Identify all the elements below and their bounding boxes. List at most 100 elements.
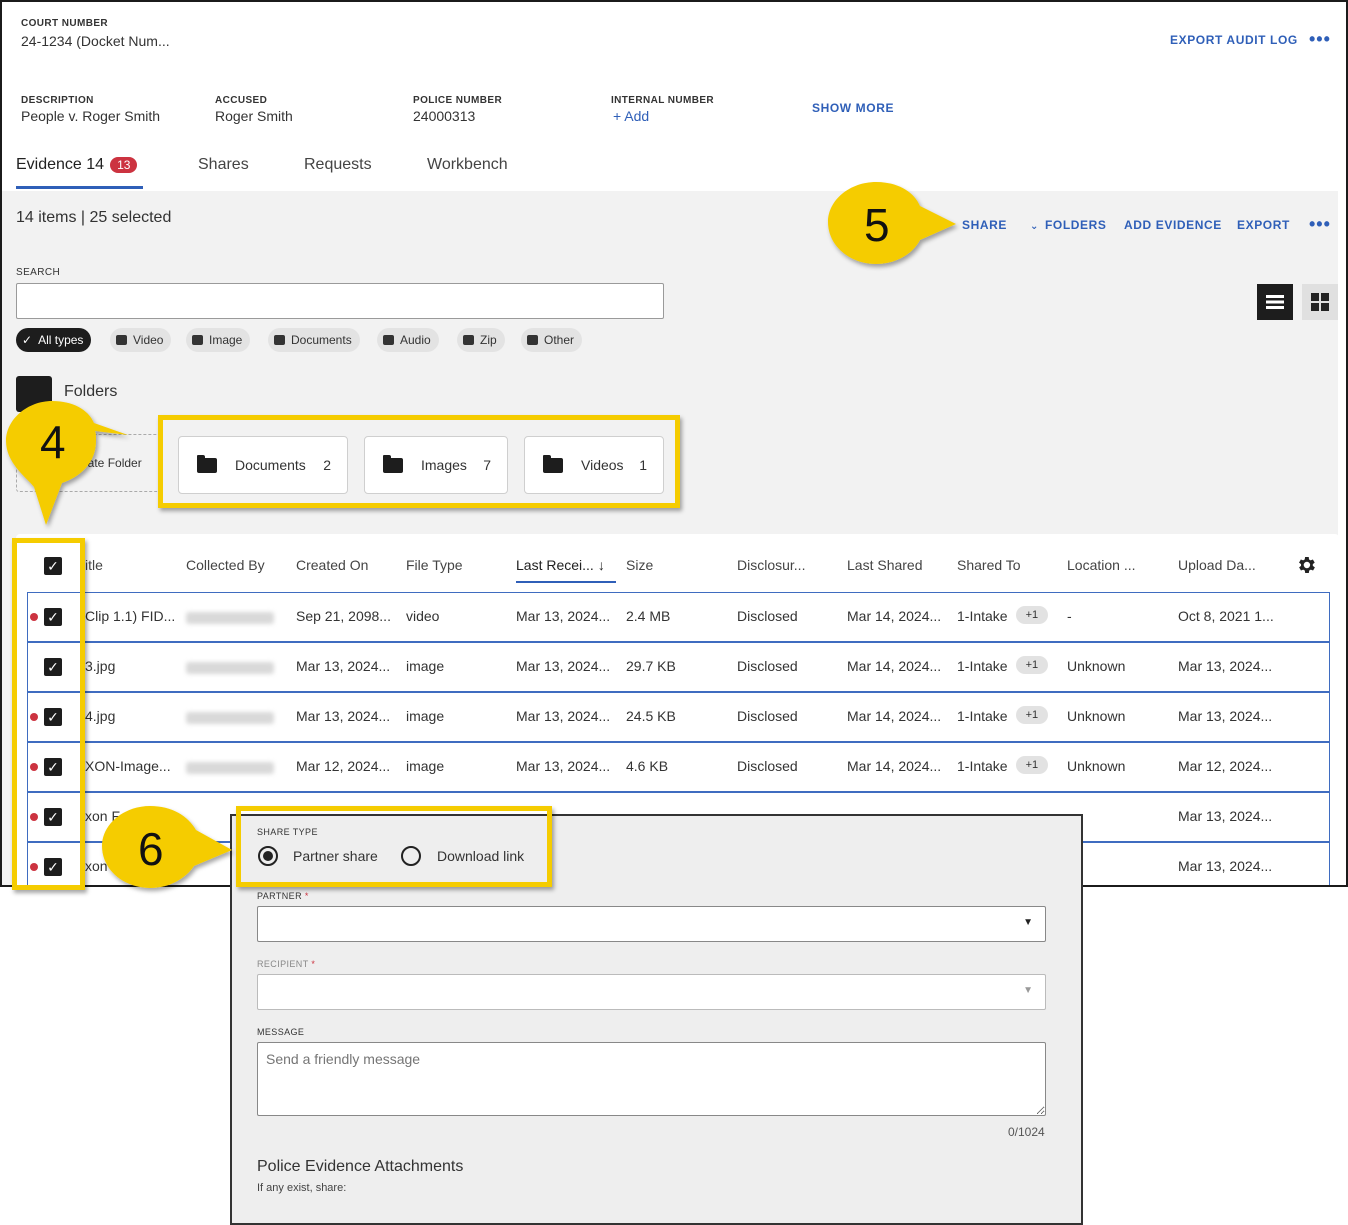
column-last-received[interactable]: Last Recei... ↓ [516,557,605,573]
folders-button-label: FOLDERS [1044,218,1107,232]
column-created-on[interactable]: Created On [296,557,368,573]
cell-upload: Mar 13, 2024... [1178,708,1273,724]
column-title[interactable]: itle [85,557,103,573]
shared-to-value: 1-Intake [957,608,1008,624]
video-icon [116,335,127,345]
arrow-down-icon: ↓ [597,557,605,573]
tab-requests[interactable]: Requests [304,156,372,174]
cell-created: Mar 13, 2024... [296,708,391,724]
dropdown-arrow-icon: ▼ [1023,985,1033,996]
attachments-title: Police Evidence Attachments [257,1158,464,1175]
cell-size: 4.6 KB [626,758,669,774]
filter-audio[interactable]: Audio [377,328,439,352]
cell-title[interactable]: 4.jpg [85,708,115,724]
column-collected-by[interactable]: Collected By [186,557,265,573]
tab-evidence[interactable]: Evidence 14 13 [16,156,138,174]
other-icon [527,335,538,345]
cell-upload: Mar 13, 2024... [1178,658,1273,674]
export-audit-log-link[interactable]: EXPORT AUDIT LOG [1170,33,1298,47]
filter-label: Image [209,333,243,347]
cell-upload: Oct 8, 2021 1... [1178,608,1274,624]
callout-4-bubble [6,401,128,525]
folders-highlight [158,415,680,508]
message-textarea[interactable] [257,1042,1046,1116]
grid-view-button[interactable] [1302,284,1338,320]
callout-5-bubble [828,182,956,264]
column-location[interactable]: Location ... [1067,557,1136,573]
column-last-shared[interactable]: Last Shared [847,557,923,573]
image-icon [192,335,203,345]
filter-documents[interactable]: Documents [268,328,360,352]
court-number-label: COURT NUMBER [21,18,109,29]
export-button[interactable]: EXPORT [1237,218,1290,232]
cell-type: image [406,658,445,674]
cell-received: Mar 13, 2024... [516,608,611,624]
chevron-down-icon: ⌄ [1030,221,1039,232]
recipient-label-text: RECIPIENT [257,959,309,969]
cell-last-shared: Mar 14, 2024... [847,758,942,774]
redacted-collector [186,662,274,674]
cell-title[interactable]: 3.jpg [85,658,115,674]
partner-select[interactable]: ▼ [257,906,1046,942]
filter-other[interactable]: Other [521,328,583,352]
recipient-select[interactable]: ▼ [257,974,1046,1010]
cell-last-shared: Mar 14, 2024... [847,658,942,674]
more-recipients-pill[interactable]: +1 [1015,706,1049,724]
cell-upload: Mar 12, 2024... [1178,758,1273,774]
sorted-column-indicator [516,581,616,583]
cell-received: Mar 13, 2024... [516,658,611,674]
column-shared-to[interactable]: Shared To [957,557,1021,573]
filter-label: Video [133,333,164,347]
filter-image[interactable]: Image [186,328,251,352]
share-type-highlight [236,806,552,887]
filter-zip[interactable]: Zip [457,328,505,352]
shared-to-value: 1-Intake [957,708,1008,724]
share-button[interactable]: SHARE [962,218,1007,232]
checkbox-column-highlight [12,538,85,890]
cell-created: Mar 13, 2024... [296,658,391,674]
redacted-collector [186,712,274,724]
cell-type: image [406,758,445,774]
more-recipients-pill[interactable]: +1 [1015,606,1049,624]
column-disclosure[interactable]: Disclosur... [737,557,805,573]
selection-count: 14 items | 25 selected [16,209,172,226]
gear-icon[interactable] [1295,554,1317,581]
police-number-label: POLICE NUMBER [413,95,503,106]
list-view-button[interactable] [1257,284,1293,320]
search-label: SEARCH [16,267,61,278]
toolbar-more-icon[interactable]: ••• [1309,214,1331,235]
cell-shared-to: 1-Intake +1 [957,655,1049,674]
cell-type: image [406,708,445,724]
search-input[interactable] [16,283,664,319]
column-file-type[interactable]: File Type [406,557,463,573]
cell-size: 29.7 KB [626,658,676,674]
filter-label: Zip [480,333,497,347]
partner-label: PARTNER * [257,891,309,901]
tab-shares[interactable]: Shares [198,156,249,174]
cell-title[interactable]: XON-Image... [85,758,171,774]
cell-title[interactable]: Clip 1.1) FID... [85,608,175,624]
evidence-count-badge: 13 [110,157,138,173]
folders-button[interactable]: ⌄ FOLDERS [1030,218,1107,232]
active-tab-indicator [16,186,143,189]
check-icon: ✓ [22,333,33,347]
internal-number-add-link[interactable]: + Add [613,108,649,124]
column-size[interactable]: Size [626,557,653,573]
more-recipients-pill[interactable]: +1 [1015,756,1049,774]
description-value: People v. Roger Smith [21,108,161,124]
column-upload-date[interactable]: Upload Da... [1178,557,1256,573]
show-more-link[interactable]: SHOW MORE [812,101,894,115]
header-more-icon[interactable]: ••• [1309,29,1331,50]
filter-all-types[interactable]: ✓ All types [16,328,92,352]
filter-label: Audio [400,333,431,347]
cell-upload: Mar 13, 2024... [1178,858,1273,874]
cell-created: Sep 21, 2098... [296,608,391,624]
filter-video[interactable]: Video [110,328,172,352]
cell-size: 24.5 KB [626,708,676,724]
redacted-collector [186,762,274,774]
shared-to-value: 1-Intake [957,758,1008,774]
more-recipients-pill[interactable]: +1 [1015,656,1049,674]
add-evidence-button[interactable]: ADD EVIDENCE [1124,218,1222,232]
message-label: MESSAGE [257,1027,305,1037]
tab-workbench[interactable]: Workbench [427,156,508,174]
